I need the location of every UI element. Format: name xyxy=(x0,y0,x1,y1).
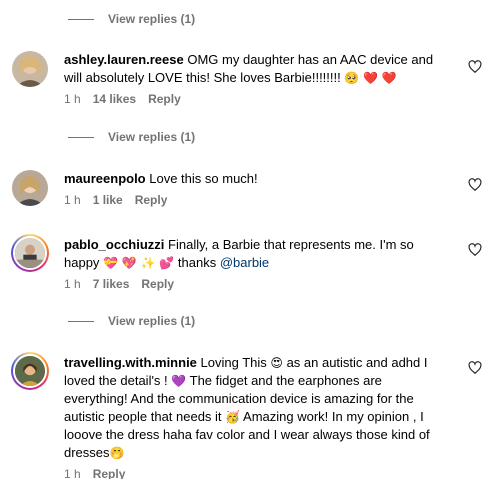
comment-emojis: 🥺 ❤️ ❤️ xyxy=(344,71,397,85)
comment-meta: 1 h Reply xyxy=(64,465,444,479)
avatar-image xyxy=(12,51,48,87)
comments-panel: View replies (1) ashley.lauren.reese OMG… xyxy=(0,0,492,479)
comment-likes[interactable]: 14 likes xyxy=(93,90,136,108)
comment-username[interactable]: maureenpolo xyxy=(64,171,146,186)
comment-text-line: Finally, a Barbie that represents me. I'… xyxy=(168,237,414,252)
comment-username[interactable]: pablo_occhiuzzi xyxy=(64,237,164,252)
comment-text: pablo_occhiuzzi Finally, a Barbie that r… xyxy=(64,236,444,272)
avatar[interactable] xyxy=(12,51,48,87)
comment-emojis: 💝 💖 ✨ 💕 xyxy=(103,256,175,270)
comment-body: ashley.lauren.reese OMG my daughter has … xyxy=(64,51,444,108)
avatar-image xyxy=(15,238,45,268)
comment-text-line: Loving This xyxy=(200,355,267,370)
comment-text-line: Amazing work! In my opinion , xyxy=(243,409,417,424)
divider-line xyxy=(68,320,94,322)
comment-text: maureenpolo Love this so much! xyxy=(64,170,444,188)
comment-text-line: The fidget and the earphones are xyxy=(189,373,382,388)
comment-likes[interactable]: 7 likes xyxy=(93,275,130,293)
comment-meta: 1 h 1 like Reply xyxy=(64,191,444,209)
avatar xyxy=(13,236,47,270)
view-replies-button[interactable]: View replies (1) xyxy=(68,130,195,144)
avatar-story-ring[interactable] xyxy=(11,234,49,272)
divider-line xyxy=(68,18,94,20)
comment-emoji: 😍 xyxy=(270,356,283,370)
comment-emoji: 💜 xyxy=(171,374,187,388)
comment-text-line: will absolutely LOVE this! She loves Bar… xyxy=(64,70,341,85)
comment-text: travelling.with.minnie Loving This 😍 as … xyxy=(64,354,444,462)
comment-body: travelling.with.minnie Loving This 😍 as … xyxy=(64,354,444,479)
comment-text-line: as an autistic and adhd I xyxy=(286,355,428,370)
comment-time: 1 h xyxy=(64,92,81,106)
reply-button[interactable]: Reply xyxy=(93,465,126,479)
comment-time: 1 h xyxy=(64,277,81,291)
comment-text-line: loved the detail's ! xyxy=(64,373,168,388)
comment-username[interactable]: ashley.lauren.reese xyxy=(64,52,184,67)
view-replies-label: View replies (1) xyxy=(108,314,196,328)
like-heart-icon[interactable] xyxy=(468,361,482,375)
comment-likes[interactable]: 1 like xyxy=(93,191,123,209)
reply-button[interactable]: Reply xyxy=(148,90,181,108)
comment-body: maureenpolo Love this so much! 1 h 1 lik… xyxy=(64,170,444,209)
comment-text: ashley.lauren.reese OMG my daughter has … xyxy=(64,51,444,87)
avatar-story-ring[interactable] xyxy=(11,352,49,390)
avatar-image xyxy=(15,356,45,386)
comment-text-line: autistic people that needs it xyxy=(64,409,222,424)
comment-text-line: Love this so much! xyxy=(149,171,258,186)
mention-link[interactable]: @barbie xyxy=(220,255,269,270)
comment-time: 1 h xyxy=(64,193,81,207)
view-replies-button[interactable]: View replies (1) xyxy=(68,314,195,328)
reply-button[interactable]: Reply xyxy=(141,275,174,293)
avatar-image xyxy=(12,170,48,206)
comment-time: 1 h xyxy=(64,467,81,479)
comment-emoji: 🤭 xyxy=(109,446,125,460)
like-heart-icon[interactable] xyxy=(468,243,482,257)
avatar xyxy=(13,354,47,388)
like-heart-icon[interactable] xyxy=(468,178,482,192)
reply-button[interactable]: Reply xyxy=(135,191,168,209)
view-replies-label: View replies (1) xyxy=(108,130,196,144)
comment-text-line: everything! And the communication device… xyxy=(64,391,414,406)
view-replies-button[interactable]: View replies (1) xyxy=(68,12,195,26)
comment-body: pablo_occhiuzzi Finally, a Barbie that r… xyxy=(64,236,444,293)
comment-emoji: 🥳 xyxy=(225,410,241,424)
avatar[interactable] xyxy=(12,170,48,206)
view-replies-label: View replies (1) xyxy=(108,12,196,26)
divider-line xyxy=(68,136,94,138)
comment-meta: 1 h 14 likes Reply xyxy=(64,90,444,108)
comment-text-line: happy xyxy=(64,255,100,270)
comment-username[interactable]: travelling.with.minnie xyxy=(64,355,197,370)
comment-text-line: thanks xyxy=(177,255,217,270)
like-heart-icon[interactable] xyxy=(468,60,482,74)
comment-meta: 1 h 7 likes Reply xyxy=(64,275,444,293)
comment-text-line: OMG my daughter has an AAC device and xyxy=(187,52,434,67)
